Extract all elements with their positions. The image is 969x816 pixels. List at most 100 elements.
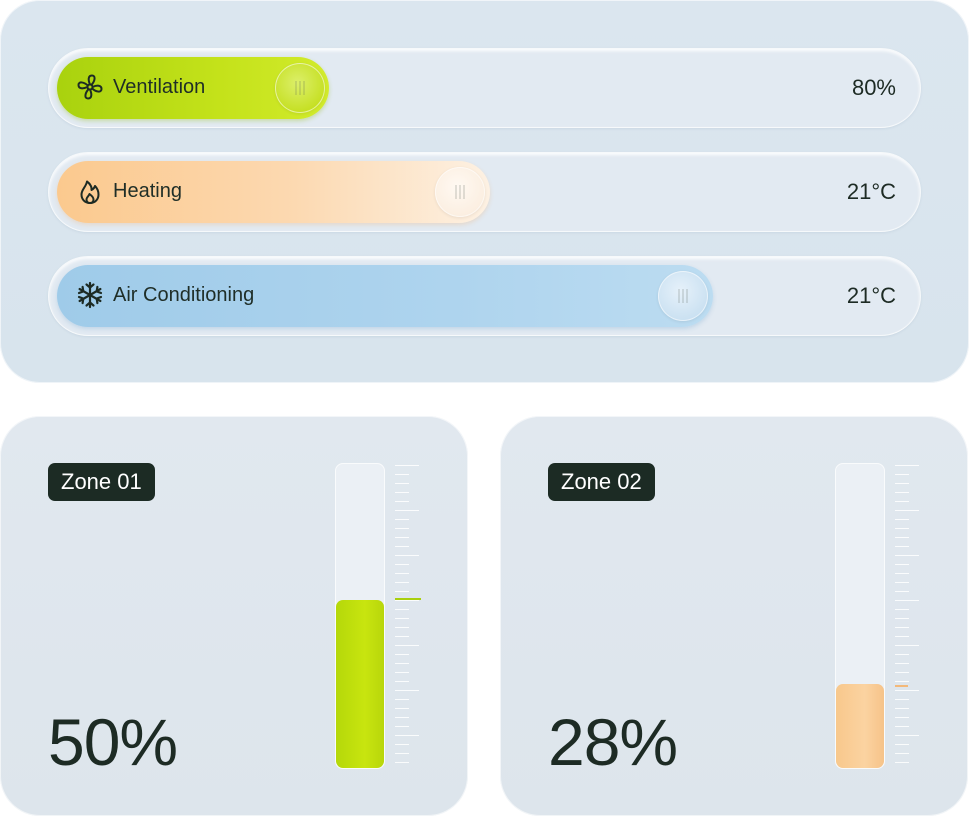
zone-01-card: Zone 01 50% [0, 416, 468, 816]
scale-tick [395, 699, 409, 700]
scale-tick [895, 609, 909, 610]
scale-tick [395, 690, 419, 691]
scale-tick [395, 627, 409, 628]
scale-tick [395, 726, 409, 727]
zone-02-value: 28% [548, 705, 678, 779]
scale-tick [395, 681, 409, 682]
scale-tick [895, 600, 919, 601]
scale-tick [395, 519, 409, 520]
zone-01-level-gauge[interactable] [335, 463, 385, 769]
scale-tick [395, 528, 409, 529]
zone-01-badge: Zone 01 [48, 463, 155, 501]
scale-tick [895, 501, 909, 502]
scale-tick [895, 555, 919, 556]
scale-tick [895, 492, 909, 493]
grip-icon [678, 289, 688, 303]
scale-tick [395, 708, 409, 709]
scale-tick [395, 555, 419, 556]
zone-02-scale [895, 463, 919, 769]
ventilation-slider[interactable]: Ventilation 80% [48, 48, 921, 128]
ventilation-slider-fill: Ventilation [57, 57, 329, 119]
ventilation-slider-handle[interactable] [275, 63, 325, 113]
scale-tick [395, 465, 419, 466]
zone-02-level-gauge[interactable] [835, 463, 885, 769]
scale-tick [395, 600, 419, 601]
scale-tick [895, 591, 909, 592]
scale-tick [895, 726, 909, 727]
scale-tick [395, 582, 409, 583]
zone-01-scale [395, 463, 421, 769]
flame-icon [75, 176, 105, 206]
scale-tick [395, 663, 409, 664]
scale-tick [895, 564, 909, 565]
air-conditioning-label: Air Conditioning [113, 284, 255, 306]
zone-02-badge: Zone 02 [548, 463, 655, 501]
ventilation-label: Ventilation [113, 76, 206, 98]
scale-tick [395, 564, 409, 565]
air-conditioning-value: 21°C [846, 283, 896, 308]
air-conditioning-slider-handle[interactable] [658, 271, 708, 321]
scale-tick [895, 519, 909, 520]
grip-icon [295, 81, 305, 95]
scale-tick [395, 483, 409, 484]
level-marker [395, 598, 421, 600]
scale-tick [895, 654, 909, 655]
scale-tick [395, 744, 409, 745]
heating-slider-handle[interactable] [435, 167, 485, 217]
scale-tick [895, 681, 909, 682]
scale-tick [895, 474, 909, 475]
scale-tick [895, 465, 919, 466]
scale-tick [895, 483, 909, 484]
scale-tick [395, 501, 409, 502]
scale-tick [395, 654, 409, 655]
scale-tick [395, 717, 409, 718]
air-conditioning-slider-fill: Air Conditioning [57, 265, 713, 327]
scale-tick [395, 510, 419, 511]
scale-tick [895, 708, 909, 709]
heating-value: 21°C [846, 179, 896, 204]
scale-tick [895, 636, 909, 637]
heating-slider[interactable]: Heating 21°C [48, 152, 921, 232]
heating-slider-fill: Heating [57, 161, 490, 223]
zone-02-card: Zone 02 28% [500, 416, 968, 816]
scale-tick [895, 753, 909, 754]
level-marker [895, 685, 908, 687]
scale-tick [395, 492, 409, 493]
scale-tick [395, 672, 409, 673]
snowflake-icon [75, 280, 105, 310]
zone-01-level-fill [336, 600, 384, 768]
zone-02-level-fill [836, 684, 884, 768]
scale-tick [395, 735, 419, 736]
scale-tick [895, 510, 919, 511]
grip-icon [455, 185, 465, 199]
fan-icon [75, 72, 105, 102]
air-conditioning-slider[interactable]: Air Conditioning 21°C [48, 256, 921, 336]
scale-tick [895, 645, 919, 646]
scale-tick [395, 546, 409, 547]
scale-tick [395, 474, 409, 475]
scale-tick [395, 753, 409, 754]
scale-tick [895, 573, 909, 574]
scale-tick [895, 762, 909, 763]
scale-tick [895, 690, 919, 691]
zone-01-value: 50% [48, 705, 178, 779]
scale-tick [395, 762, 409, 763]
scale-tick [895, 627, 909, 628]
scale-tick [895, 546, 909, 547]
scale-tick [895, 663, 909, 664]
scale-tick [395, 636, 409, 637]
scale-tick [395, 591, 409, 592]
scale-tick [395, 618, 409, 619]
scale-tick [895, 537, 909, 538]
scale-tick [395, 537, 409, 538]
scale-tick [395, 609, 409, 610]
heating-label: Heating [113, 180, 182, 202]
scale-tick [895, 672, 909, 673]
scale-tick [895, 735, 919, 736]
ventilation-value: 80% [851, 75, 896, 100]
scale-tick [895, 717, 909, 718]
scale-tick [395, 645, 419, 646]
scale-tick [895, 699, 909, 700]
scale-tick [895, 744, 909, 745]
scale-tick [895, 618, 909, 619]
